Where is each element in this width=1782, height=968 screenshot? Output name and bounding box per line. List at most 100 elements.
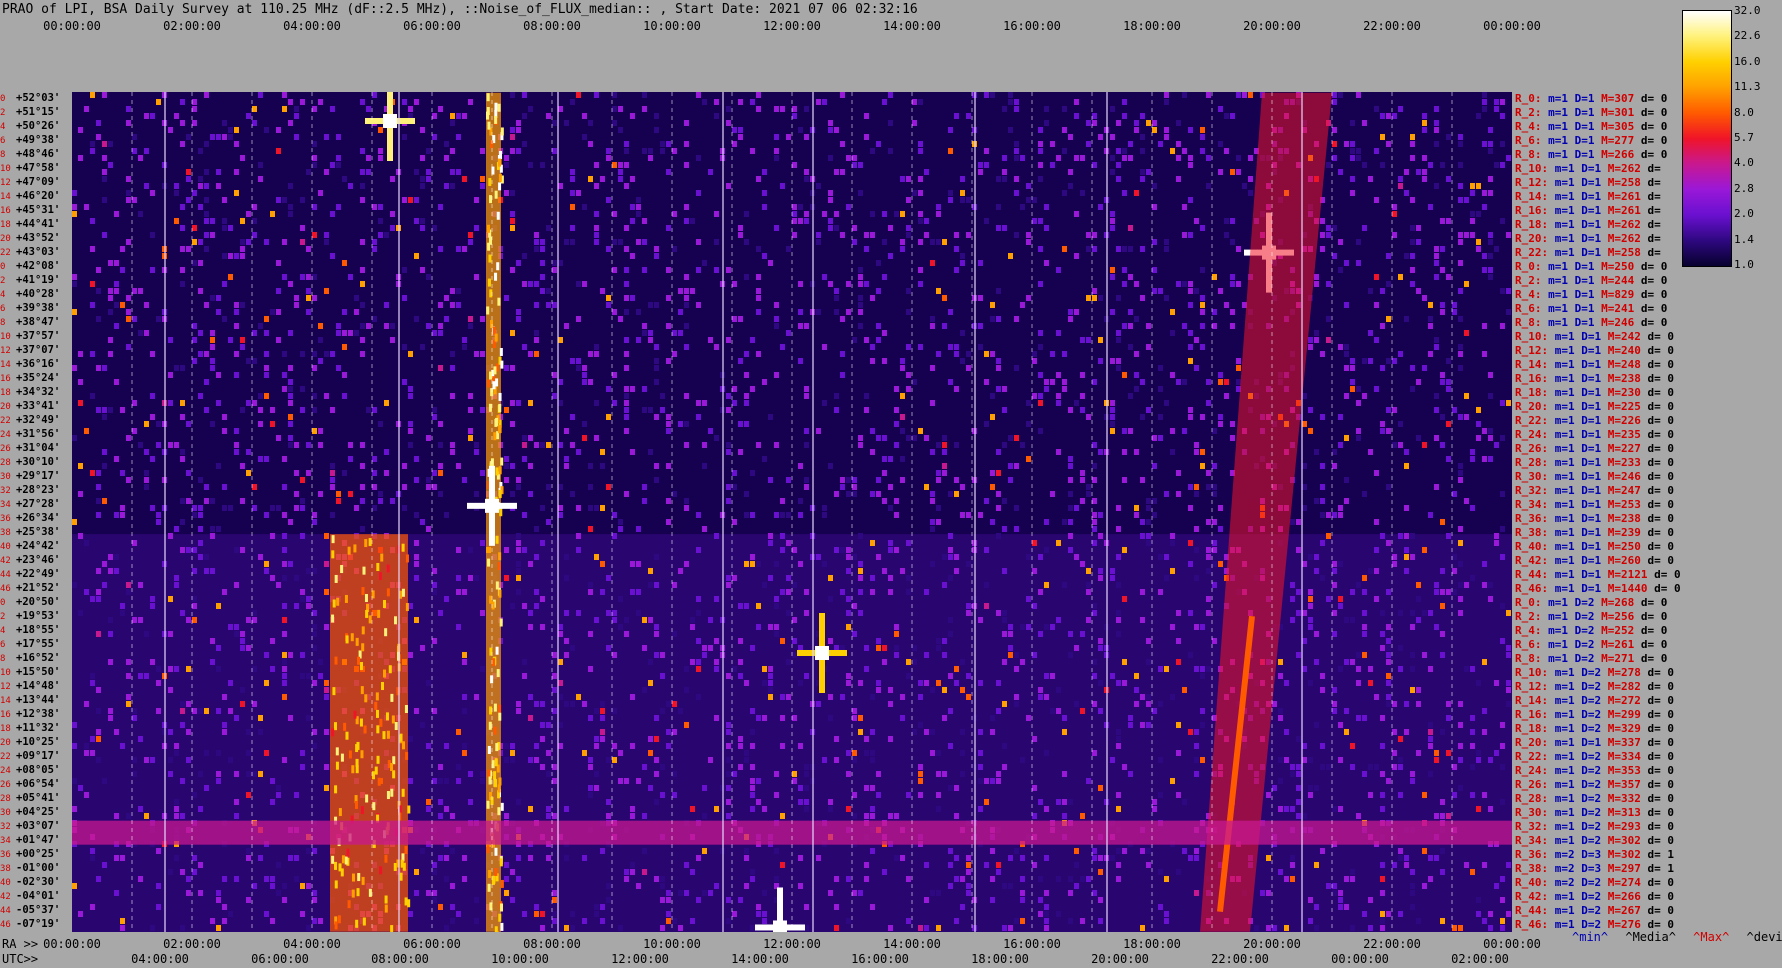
heatmap-cell xyxy=(1224,379,1229,385)
heatmap-cell xyxy=(1272,701,1277,707)
row-devia: d= 0 xyxy=(1640,764,1674,777)
heatmap-cell xyxy=(936,288,941,294)
heatmap-cell xyxy=(672,330,677,336)
heatmap-cell xyxy=(1398,666,1403,672)
heatmap-cell xyxy=(102,414,107,420)
heatmap-cell xyxy=(1146,533,1151,539)
heatmap-cell xyxy=(306,715,311,721)
heatmap-cell xyxy=(1380,162,1385,168)
heatmap-cell xyxy=(618,162,623,168)
heatmap-cell xyxy=(1428,736,1433,742)
heatmap-cell xyxy=(906,673,911,679)
heatmap-cell xyxy=(234,631,239,637)
heatmap-cell xyxy=(150,925,155,931)
heatmap-cell xyxy=(624,225,629,231)
heatmap-cell xyxy=(1140,533,1145,539)
heatmap-cell xyxy=(408,652,413,658)
heatmap-cell xyxy=(780,106,785,112)
heatmap-cell xyxy=(510,757,515,763)
heatmap-cell xyxy=(654,113,659,119)
heatmap-cell xyxy=(1356,260,1361,266)
heatmap-cell xyxy=(1098,204,1103,210)
heatmap-cell xyxy=(762,666,767,672)
heatmap-cell xyxy=(942,239,947,245)
heatmap-cell xyxy=(108,715,113,721)
heatmap-cell xyxy=(984,351,989,357)
heatmap-cell xyxy=(612,743,617,749)
heatmap-cell xyxy=(1098,568,1103,574)
heatmap-cell xyxy=(1308,624,1313,630)
heatmap-cell xyxy=(1206,400,1211,406)
heatmap-cell xyxy=(726,442,731,448)
heatmap-cell xyxy=(1206,92,1211,98)
heatmap-cell xyxy=(990,519,995,525)
dec-label-row: 20 +33°41' xyxy=(0,400,60,414)
heatmap-cell xyxy=(684,274,689,280)
row-devia: d= 0 xyxy=(1640,890,1674,903)
heatmap-cell xyxy=(864,813,869,819)
row-label: R_6: xyxy=(1515,134,1542,147)
heatmap-cell xyxy=(270,883,275,889)
heatmap-cell xyxy=(1116,295,1121,301)
heatmap-cell xyxy=(216,645,221,651)
heatmap-cell xyxy=(1074,862,1079,868)
emission-streak xyxy=(407,899,411,908)
emission-streak xyxy=(499,151,503,160)
heatmap-cell xyxy=(192,323,197,329)
heatmap-cell xyxy=(414,890,419,896)
heatmap-cell xyxy=(306,442,311,448)
emission-streak xyxy=(336,597,340,606)
heatmap-cell xyxy=(612,309,617,315)
heatmap-cell xyxy=(246,113,251,119)
heatmap-cell xyxy=(528,281,533,287)
heatmap-cell xyxy=(168,400,173,406)
heatmap-cell xyxy=(1194,729,1199,735)
heatmap-cell xyxy=(1200,309,1205,315)
emission-streak xyxy=(331,855,335,864)
heatmap-cell xyxy=(786,694,791,700)
heatmap-cell xyxy=(432,470,437,476)
emission-streak xyxy=(405,554,409,563)
heatmap-cell xyxy=(1050,351,1055,357)
row-max: M=253 xyxy=(1607,498,1641,511)
heatmap-cell xyxy=(888,925,893,931)
heatmap-cell xyxy=(1116,582,1121,588)
axis-tick-label: 02:00:00 xyxy=(1451,952,1509,966)
heatmap-cell xyxy=(1032,736,1037,742)
heatmap-cell xyxy=(1326,533,1331,539)
heatmap-cell xyxy=(1338,596,1343,602)
heatmap-cell xyxy=(258,715,263,721)
heatmap-cell xyxy=(1056,911,1061,917)
heatmap-cell xyxy=(1344,351,1349,357)
heatmap-cell xyxy=(378,155,383,161)
heatmap-cell xyxy=(612,533,617,539)
heatmap-cell xyxy=(768,680,773,686)
heatmap-cell xyxy=(360,197,365,203)
heatmap-cell xyxy=(648,736,653,742)
row-devia: d= 0 xyxy=(1634,638,1668,651)
heatmap-cell xyxy=(1074,253,1079,259)
heatmap-cell xyxy=(1200,624,1205,630)
heatmap-cell xyxy=(522,113,527,119)
heatmap-cell xyxy=(1446,379,1451,385)
heatmap-cell xyxy=(426,806,431,812)
heatmap-cell xyxy=(348,491,353,497)
heatmap-cell xyxy=(1122,659,1127,665)
heatmap-cell xyxy=(444,512,449,518)
emission-streak xyxy=(351,889,355,898)
heatmap-cell xyxy=(924,680,929,686)
heatmap-cell xyxy=(1380,645,1385,651)
heatmap-cell xyxy=(1182,379,1187,385)
heatmap-cell xyxy=(1332,463,1337,469)
heatmap-cell xyxy=(1314,659,1319,665)
emission-streak xyxy=(394,722,398,731)
heatmap-cell xyxy=(1434,260,1439,266)
heatmap-cell xyxy=(270,533,275,539)
beam-index: 24 xyxy=(0,766,11,776)
heatmap-cell xyxy=(1296,799,1301,805)
heatmap-cell xyxy=(768,624,773,630)
heatmap-cell xyxy=(774,512,779,518)
heatmap-cell xyxy=(882,659,887,665)
row-devia: d= 0 xyxy=(1634,274,1668,287)
heatmap-cell xyxy=(1044,855,1049,861)
